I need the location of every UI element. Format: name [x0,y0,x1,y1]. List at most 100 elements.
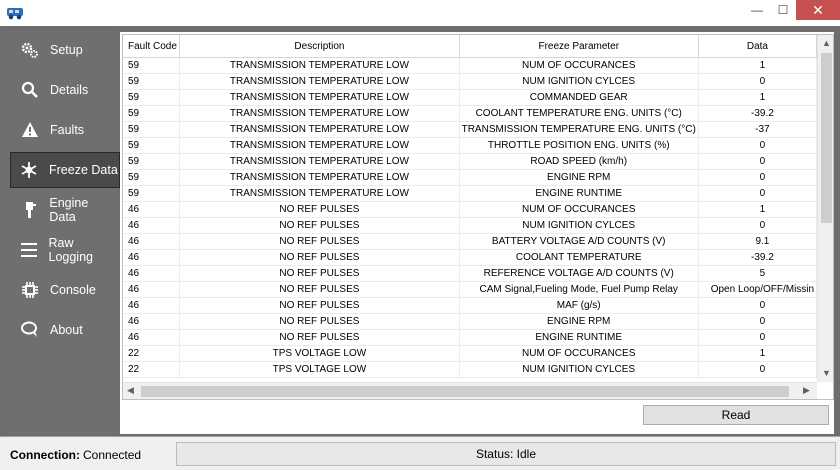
vertical-scrollbar[interactable]: ▲ ▼ [817,35,833,382]
cell-fault-code: 59 [123,90,181,106]
cell-fault-code: 59 [123,170,181,186]
sidebar-item-label: Engine Data [49,196,89,224]
cell-description: NO REF PULSES [180,282,460,298]
column-header-fault-code[interactable]: Fault Code [123,35,181,57]
table-row[interactable]: 22 TPS VOLTAGE LOW NUM OF OCCURANCES 1 [123,346,818,362]
table-row[interactable]: 46 NO REF PULSES MAF (g/s) 0 [123,298,818,314]
status-bar: Connection: Connected Status: Idle [0,436,840,470]
horizontal-scrollbar[interactable]: ◀ ▶ [123,382,817,399]
engine-icon [20,200,39,220]
freeze-data-grid[interactable]: Fault Code Description Freeze Parameter … [122,34,834,400]
scroll-left-icon[interactable]: ◀ [127,385,134,396]
sidebar-item-details[interactable]: Details [12,72,116,108]
table-row[interactable]: 46 NO REF PULSES NUM OF OCCURANCES 1 [123,202,818,218]
vertical-scroll-thumb[interactable] [821,53,832,223]
table-row[interactable]: 59 TRANSMISSION TEMPERATURE LOW COOLANT TE… [123,106,818,122]
column-header-freeze-parameter[interactable]: Freeze Parameter [460,35,699,57]
table-row[interactable]: 59 TRANSMISSION TEMPERATURE LOW THROTTLE P… [123,138,818,154]
column-header-data[interactable]: Data [699,35,817,57]
cell-freeze-parameter: NUM OF OCCURANCES [459,58,699,74]
cell-freeze-parameter: ENGINE RPM [459,170,699,186]
cell-data: 0 [698,138,818,154]
cell-data: 1 [698,346,818,362]
cell-data: 1 [698,58,818,74]
sidebar-item-raw-logging[interactable]: Raw Logging [12,232,116,268]
table-row[interactable]: 46 NO REF PULSES ENGINE RPM 0 [123,314,818,330]
table-row[interactable]: 46 NO REF PULSES CAM Signal,Fueling Mode, … [123,282,818,298]
cell-data: 0 [698,362,818,378]
cell-description: NO REF PULSES [180,314,460,330]
table-row[interactable]: 59 TRANSMISSION TEMPERATURE LOW NUM OF OCC… [123,58,818,74]
cell-description: NO REF PULSES [180,234,460,250]
horizontal-scroll-thumb[interactable] [141,386,789,397]
cell-data: 0 [698,330,818,346]
sidebar-item-faults[interactable]: Faults [12,112,116,148]
table-row[interactable]: 46 NO REF PULSES ENGINE RUNTIME 0 [123,330,818,346]
cell-fault-code: 59 [123,122,181,138]
column-header-description[interactable]: Description [180,35,460,57]
cell-fault-code: 59 [123,58,181,74]
cell-data: 5 [698,266,818,282]
cell-freeze-parameter: REFERENCE VOLTAGE A/D COUNTS (V) [459,266,699,282]
sidebar-item-freeze-data[interactable]: Freeze Data [10,152,120,188]
table-row[interactable]: 59 TRANSMISSION TEMPERATURE LOW ROAD SPEED… [123,154,818,170]
scroll-down-icon[interactable]: ▼ [822,368,831,378]
cell-description: NO REF PULSES [180,202,460,218]
table-row[interactable]: 46 NO REF PULSES REFERENCE VOLTAGE A/D COU… [123,266,818,282]
scroll-up-icon[interactable]: ▲ [822,38,831,48]
table-row[interactable]: 46 NO REF PULSES NUM IGNITION CYLCES 0 [123,218,818,234]
minimize-button[interactable]: — [744,0,770,20]
cell-data: -37 [698,122,818,138]
table-row[interactable]: 59 TRANSMISSION TEMPERATURE LOW COMMANDED … [123,90,818,106]
table-row[interactable]: 59 TRANSMISSION TEMPERATURE LOW NUM IGNITI… [123,74,818,90]
cell-freeze-parameter: COMMANDED GEAR [459,90,699,106]
sidebar: Setup Details Faults Freeze Data Engine … [6,30,120,434]
sidebar-item-label: Setup [50,43,83,57]
cell-description: TRANSMISSION TEMPERATURE LOW [180,138,460,154]
sidebar-item-engine-data[interactable]: Engine Data [12,192,116,228]
table-row[interactable]: 59 TRANSMISSION TEMPERATURE LOW ENGINE RPM… [123,170,818,186]
table-row[interactable]: 46 NO REF PULSES COOLANT TEMPERATURE -39.2 [123,250,818,266]
cell-freeze-parameter: COOLANT TEMPERATURE ENG. UNITS (°C) [459,106,699,122]
title-bar: — ☐ ✕ [0,0,840,26]
cell-data: -39.2 [698,250,818,266]
cell-data: -39.2 [698,106,818,122]
sidebar-item-label: Freeze Data [49,163,118,177]
cell-data: Open Loop/OFF/Missin [698,282,818,298]
read-button[interactable]: Read [643,405,829,425]
grid-rows: 59 TRANSMISSION TEMPERATURE LOW NUM OF OCC… [123,58,818,378]
cell-description: TRANSMISSION TEMPERATURE LOW [180,122,460,138]
cell-fault-code: 46 [123,250,181,266]
cell-description: TRANSMISSION TEMPERATURE LOW [180,154,460,170]
cell-fault-code: 46 [123,330,181,346]
cell-freeze-parameter: NUM IGNITION CYLCES [459,74,699,90]
sidebar-item-label: About [50,323,83,337]
cell-data: 0 [698,298,818,314]
cell-data: 0 [698,74,818,90]
cell-fault-code: 46 [123,266,181,282]
cell-fault-code: 59 [123,154,181,170]
sidebar-item-setup[interactable]: Setup [12,32,116,68]
cell-data: 1 [698,202,818,218]
scroll-right-icon[interactable]: ▶ [803,385,810,396]
chat-icon [20,320,40,340]
cell-fault-code: 46 [123,218,181,234]
table-row[interactable]: 59 TRANSMISSION TEMPERATURE LOW TRANSMISSI… [123,122,818,138]
cell-data: 0 [698,186,818,202]
table-row[interactable]: 46 NO REF PULSES BATTERY VOLTAGE A/D COUNT… [123,234,818,250]
cell-data: 0 [698,170,818,186]
cell-description: TRANSMISSION TEMPERATURE LOW [180,106,460,122]
cell-description: NO REF PULSES [180,218,460,234]
table-row[interactable]: 59 TRANSMISSION TEMPERATURE LOW ENGINE RUN… [123,186,818,202]
gears-icon [20,40,40,60]
cell-description: NO REF PULSES [180,250,460,266]
cell-freeze-parameter: NUM IGNITION CYLCES [459,362,699,378]
sidebar-item-console[interactable]: Console [12,272,116,308]
close-button[interactable]: ✕ [796,0,840,20]
lines-icon [20,240,39,260]
table-row[interactable]: 22 TPS VOLTAGE LOW NUM IGNITION CYLCES 0 [123,362,818,378]
cell-freeze-parameter: ENGINE RPM [459,314,699,330]
maximize-button[interactable]: ☐ [770,0,796,20]
sidebar-item-about[interactable]: About [12,312,116,348]
cell-description: TRANSMISSION TEMPERATURE LOW [180,186,460,202]
